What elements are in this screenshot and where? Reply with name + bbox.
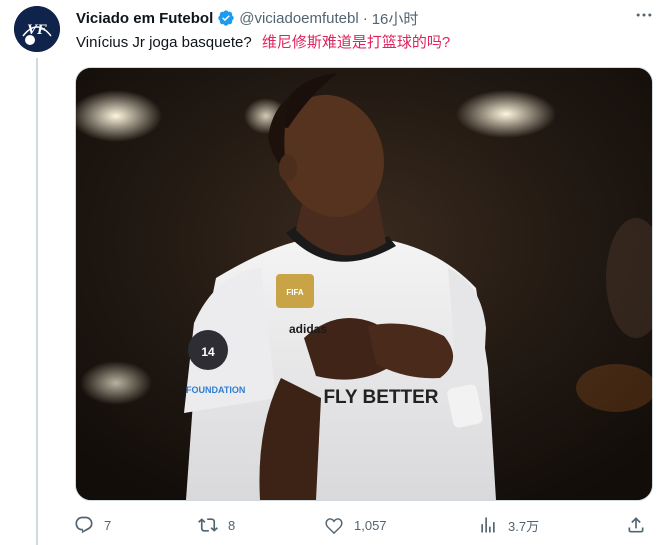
more-options-button[interactable] (630, 4, 658, 26)
tweet-header: Viciado em Futebol @viciadoemfutebl · 16… (76, 6, 658, 30)
display-name[interactable]: Viciado em Futebol (76, 10, 213, 27)
share-icon (626, 515, 646, 535)
avatar[interactable]: VF (14, 6, 60, 52)
sleeve-foundation-text: FOUNDATION (186, 385, 245, 395)
views-count: 3.7万 (508, 518, 540, 534)
avatar-logo-text: VF (27, 22, 47, 38)
tweet-actions: 7 8 1,057 3.7万 (64, 509, 660, 541)
retweet-icon (198, 515, 218, 535)
reply-button[interactable]: 7 (74, 509, 111, 541)
retweet-button[interactable]: 8 (198, 509, 235, 541)
reply-count: 7 (104, 517, 112, 533)
shirt-sponsor-text: FLY BETTER (323, 387, 438, 408)
shirt-maker-text: adidas (289, 322, 327, 336)
like-button[interactable]: 1,057 (324, 509, 387, 541)
tweet-text: Vinícius Jr joga basquete? 维尼修斯难道是打篮球的吗? (76, 33, 654, 53)
sleeve-badge-number: 14 (201, 345, 215, 359)
reply-icon (74, 515, 94, 535)
author-handle[interactable]: @viciadoemfutebl (239, 10, 358, 27)
share-button[interactable] (626, 509, 656, 541)
tweet-translation-text: 维尼修斯难道是打篮球的吗? (261, 34, 451, 51)
views-icon (478, 515, 498, 535)
retweet-count: 8 (228, 517, 236, 533)
heart-icon (324, 515, 344, 535)
views-button[interactable]: 3.7万 (478, 509, 539, 541)
tweet-time[interactable]: 16小时 (372, 8, 419, 29)
verified-badge-icon[interactable] (217, 9, 235, 27)
more-icon (636, 13, 652, 17)
tweet-photo[interactable]: 14 FIFA adidas FOUNDATION FLY BETTER (75, 67, 653, 501)
like-count: 1,057 (354, 517, 387, 533)
fifa-badge-text: FIFA (286, 288, 304, 297)
tweet-original-text: Vinícius Jr joga basquete? (76, 34, 252, 51)
separator-dot: · (362, 9, 368, 27)
thread-line (36, 58, 38, 545)
